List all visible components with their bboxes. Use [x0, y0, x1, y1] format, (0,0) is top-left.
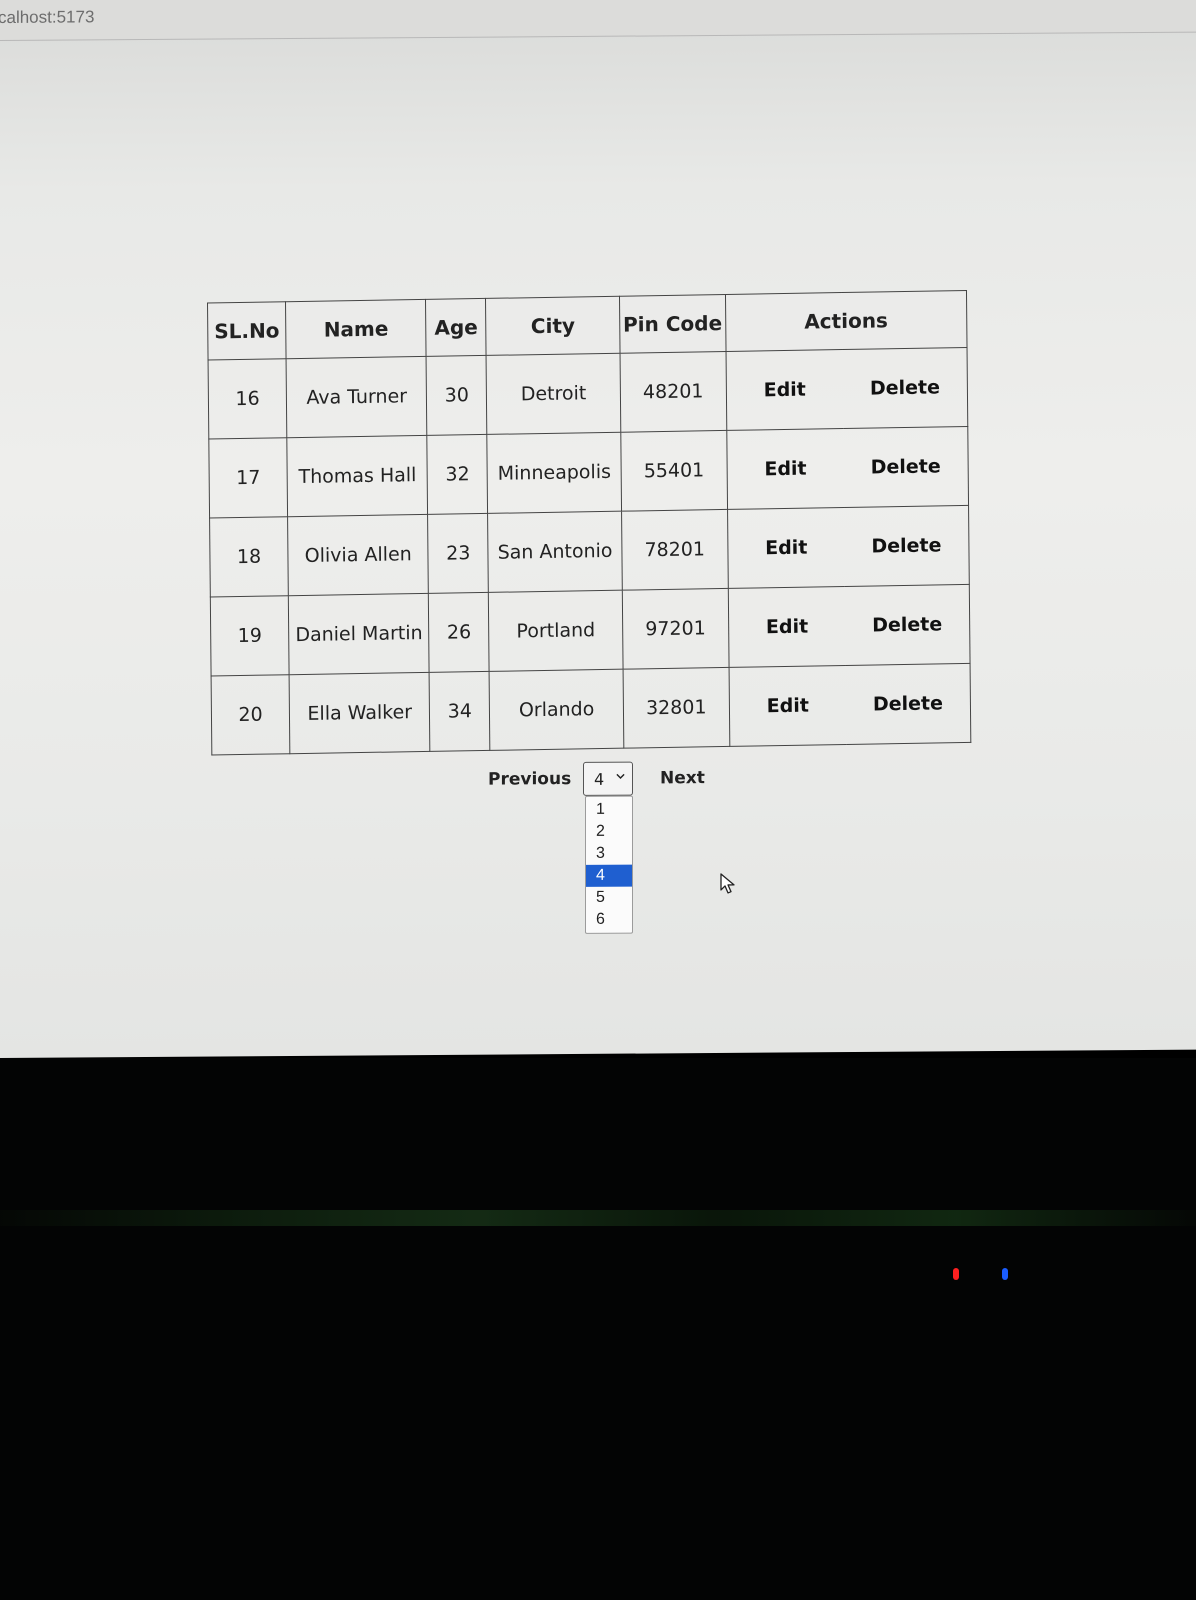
edit-button[interactable]: Edit: [764, 379, 806, 402]
table-row: 18 Olivia Allen 23 San Antonio 78201 Edi…: [209, 505, 970, 598]
delete-button[interactable]: Delete: [871, 534, 941, 557]
table-row: 16 Ava Turner 30 Detroit 48201 Edit Dele…: [208, 347, 968, 440]
cell-sl-no: 20: [211, 674, 291, 755]
cell-age: 23: [427, 513, 489, 594]
header-sl-no: SL.No: [207, 301, 287, 361]
cell-age: 32: [427, 434, 488, 515]
cell-age: 34: [429, 671, 491, 752]
cell-pin-code: 78201: [621, 509, 728, 591]
table-row: 17 Thomas Hall 32 Minneapolis 55401 Edit…: [208, 426, 969, 519]
cell-delete: Delete: [845, 663, 971, 745]
page-option[interactable]: 3: [586, 843, 632, 865]
address-url[interactable]: calhost:5173: [0, 7, 94, 28]
cell-city: Portland: [488, 590, 624, 672]
monitor-screen: calhost:5173 SL.No Name Age City Pin Cod…: [0, 0, 1196, 1058]
header-age: Age: [425, 298, 487, 357]
cell-edit: Edit: [727, 586, 846, 668]
monitor-bezel-and-keyboard-area: [0, 1058, 1196, 1600]
cell-name: Ava Turner: [286, 356, 428, 438]
users-table: SL.No Name Age City Pin Code Actions 16 …: [207, 290, 971, 756]
next-button[interactable]: Next: [660, 768, 705, 788]
cell-pin-code: 97201: [622, 588, 729, 670]
cell-pin-code: 48201: [620, 351, 727, 433]
previous-button[interactable]: Previous: [488, 769, 571, 790]
table-row: 19 Daniel Martin 26 Portland 97201 Edit …: [210, 584, 971, 677]
delete-button[interactable]: Delete: [870, 376, 940, 399]
mouse-pointer-icon: [720, 873, 735, 894]
cell-delete: Delete: [844, 584, 971, 666]
cell-sl-no: 19: [210, 595, 290, 677]
delete-button[interactable]: Delete: [871, 455, 941, 478]
cell-city: Minneapolis: [487, 432, 622, 514]
cell-city: Detroit: [486, 353, 621, 435]
header-pin-code: Pin Code: [619, 294, 726, 354]
cell-pin-code: 55401: [620, 430, 728, 512]
page-option[interactable]: 6: [586, 909, 632, 931]
page-options-dropdown: 1 2 3 4 5 6: [585, 795, 633, 934]
edit-button[interactable]: Edit: [765, 537, 807, 560]
cell-city: Orlando: [489, 669, 624, 751]
cell-edit: Edit: [725, 349, 844, 431]
table-row: 20 Ella Walker 34 Orlando 32801 Edit Del…: [211, 663, 971, 755]
header-city: City: [485, 296, 621, 356]
page-option[interactable]: 2: [586, 821, 632, 843]
page-option-selected[interactable]: 4: [586, 864, 632, 887]
cell-name: Thomas Hall: [287, 435, 428, 517]
delete-button[interactable]: Delete: [873, 692, 943, 715]
cell-name: Daniel Martin: [288, 593, 430, 675]
page-select-value: 4: [594, 769, 605, 789]
cell-edit: Edit: [726, 428, 845, 510]
users-table-container: SL.No Name Age City Pin Code Actions 16 …: [207, 290, 971, 756]
green-screen-edge: [0, 1210, 1196, 1226]
cell-edit: Edit: [727, 507, 845, 589]
cell-age: 30: [426, 355, 488, 436]
cell-delete: Delete: [844, 505, 970, 587]
cell-sl-no: 18: [209, 516, 289, 598]
chevron-down-icon: [616, 773, 625, 779]
page-option[interactable]: 5: [586, 887, 632, 909]
cell-pin-code: 32801: [623, 667, 730, 749]
cell-age: 26: [428, 592, 490, 673]
edit-button[interactable]: Edit: [766, 616, 808, 639]
cell-name: Olivia Allen: [287, 514, 429, 596]
cell-city: San Antonio: [487, 511, 623, 593]
edit-button[interactable]: Edit: [764, 458, 806, 481]
cell-name: Ella Walker: [289, 672, 431, 754]
header-name: Name: [285, 299, 427, 359]
header-actions: Actions: [725, 290, 968, 352]
cell-edit: Edit: [728, 665, 847, 747]
cell-sl-no: 17: [208, 437, 288, 519]
blue-led-indicator: [1002, 1268, 1008, 1280]
cell-sl-no: 16: [208, 358, 288, 440]
delete-button[interactable]: Delete: [872, 613, 942, 636]
page-select[interactable]: 4: [583, 761, 633, 796]
red-led-indicator: [953, 1268, 959, 1280]
cell-delete: Delete: [843, 426, 969, 508]
cell-delete: Delete: [842, 347, 968, 429]
browser-address-bar[interactable]: calhost:5173: [0, 0, 1196, 42]
page-option[interactable]: 1: [586, 799, 632, 821]
edit-button[interactable]: Edit: [767, 695, 809, 718]
